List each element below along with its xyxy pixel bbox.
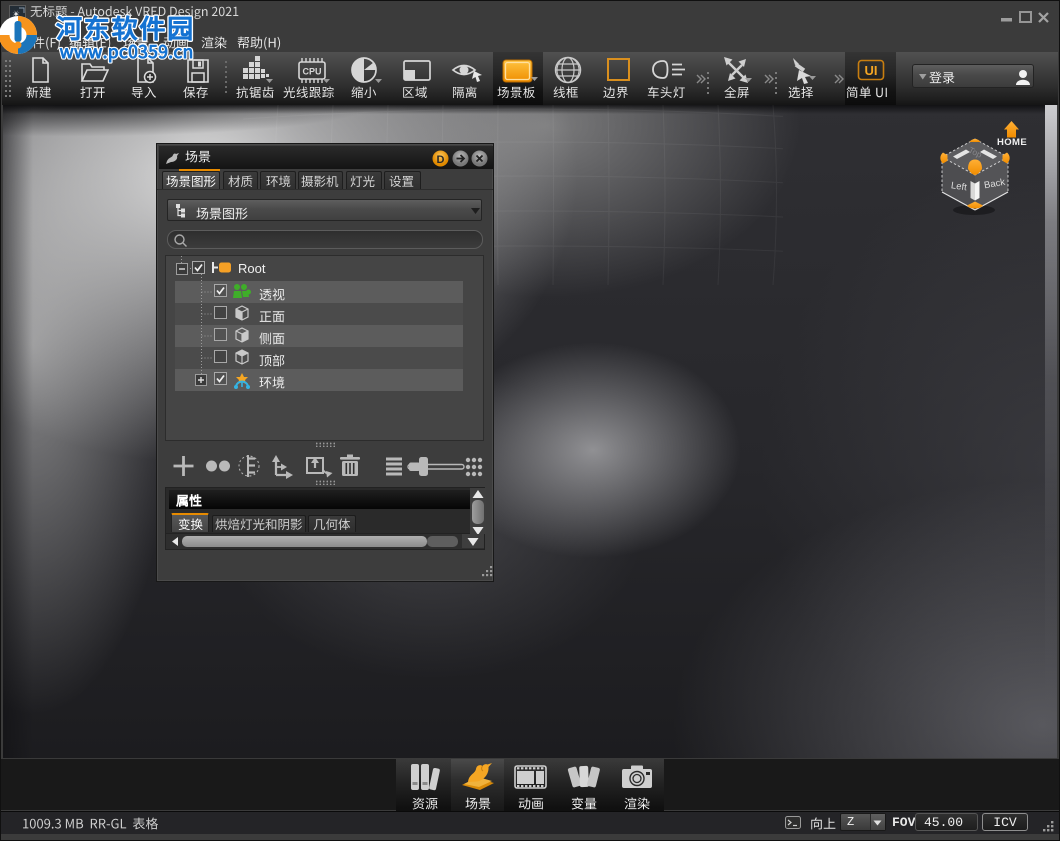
- svg-text:Left: Left: [950, 180, 968, 193]
- svg-text:HOME: HOME: [997, 137, 1027, 148]
- svg-text:D: D: [437, 154, 445, 166]
- svg-text:CPU: CPU: [302, 67, 321, 77]
- svg-text:UI: UI: [864, 63, 877, 78]
